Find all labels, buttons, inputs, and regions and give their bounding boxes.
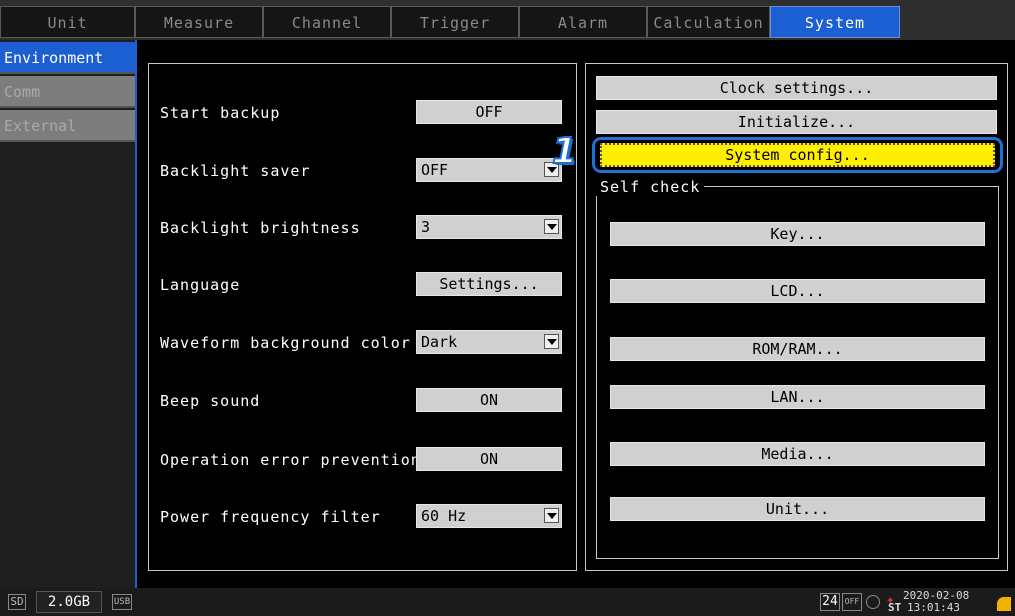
self-check-media-button[interactable]: Media...	[610, 442, 985, 466]
op-error-button[interactable]: ON	[416, 447, 562, 471]
power-filter-label: Power frequency filter	[160, 508, 381, 526]
self-check-title: Self check	[596, 178, 705, 196]
waveform-bg-label: Waveform background color	[160, 334, 411, 352]
hours-badge: 24	[820, 593, 840, 611]
dropdown-arrow-icon[interactable]	[544, 334, 559, 349]
tab-measure[interactable]: Measure	[135, 6, 263, 38]
side-tab-panel: Environment Comm External	[0, 40, 135, 588]
self-check-lcd-button[interactable]: LCD...	[610, 279, 985, 303]
side-tab-external[interactable]: External	[0, 110, 135, 142]
callout-number: 1	[551, 130, 578, 173]
tab-system[interactable]: System	[770, 6, 900, 38]
initialize-button[interactable]: Initialize...	[596, 110, 997, 134]
op-error-label: Operation error prevention	[160, 451, 421, 469]
dropdown-arrow-icon[interactable]	[544, 508, 559, 523]
sd-card-icon: SD	[8, 594, 26, 610]
backlight-brightness-label: Backlight brightness	[160, 219, 361, 237]
app-frame: Unit Measure Channel Trigger Alarm Calcu…	[0, 0, 1015, 616]
self-check-key-button[interactable]: Key...	[610, 222, 985, 246]
backlight-brightness-value: 3	[421, 218, 431, 236]
status-bar: SD 2.0GB USB 24 OFF ✦ 2020-02-08 ST 13:0…	[0, 588, 1015, 616]
sync-icon	[866, 595, 880, 609]
power-filter-value: 60 Hz	[421, 507, 467, 525]
side-tab-environment[interactable]: Environment	[0, 42, 135, 74]
tab-calculation[interactable]: Calculation	[647, 6, 770, 38]
waveform-bg-select[interactable]: Dark	[416, 330, 562, 354]
status-time: 13:01:43	[907, 601, 960, 614]
status-date: 2020-02-08	[903, 589, 970, 602]
power-filter-select[interactable]: 60 Hz	[416, 504, 562, 528]
environment-settings-group	[148, 63, 577, 571]
self-check-unit-button[interactable]: Unit...	[610, 497, 985, 521]
backlight-saver-select[interactable]: OFF	[416, 158, 562, 182]
start-backup-button[interactable]: OFF	[416, 100, 562, 124]
backlight-saver-value: OFF	[421, 161, 449, 179]
status-st-label: ST	[888, 601, 902, 614]
language-settings-button[interactable]: Settings...	[416, 272, 562, 296]
power-indicator-icon	[997, 597, 1011, 611]
tab-trigger[interactable]: Trigger	[391, 6, 519, 38]
backlight-saver-label: Backlight saver	[160, 162, 311, 180]
clock-settings-button[interactable]: Clock settings...	[596, 76, 997, 100]
tab-channel[interactable]: Channel	[263, 6, 391, 38]
language-label: Language	[160, 276, 241, 294]
self-check-rom-ram-button[interactable]: ROM/RAM...	[610, 337, 985, 361]
start-backup-label: Start backup	[160, 104, 281, 122]
tab-alarm[interactable]: Alarm	[519, 6, 647, 38]
side-tab-comm[interactable]: Comm	[0, 76, 135, 108]
usb-icon: USB	[112, 594, 132, 610]
key-lock-off-badge: OFF	[842, 593, 862, 611]
callout-highlight	[592, 137, 1003, 173]
beep-sound-button[interactable]: ON	[416, 388, 562, 412]
storage-capacity: 2.0GB	[36, 591, 102, 613]
waveform-bg-value: Dark	[421, 333, 458, 351]
backlight-brightness-select[interactable]: 3	[416, 215, 562, 239]
beep-sound-label: Beep sound	[160, 392, 261, 410]
dropdown-arrow-icon[interactable]	[544, 219, 559, 234]
tab-unit[interactable]: Unit	[0, 6, 135, 38]
self-check-lan-button[interactable]: LAN...	[610, 385, 985, 409]
main-tab-bar: Unit Measure Channel Trigger Alarm Calcu…	[0, 6, 1015, 40]
